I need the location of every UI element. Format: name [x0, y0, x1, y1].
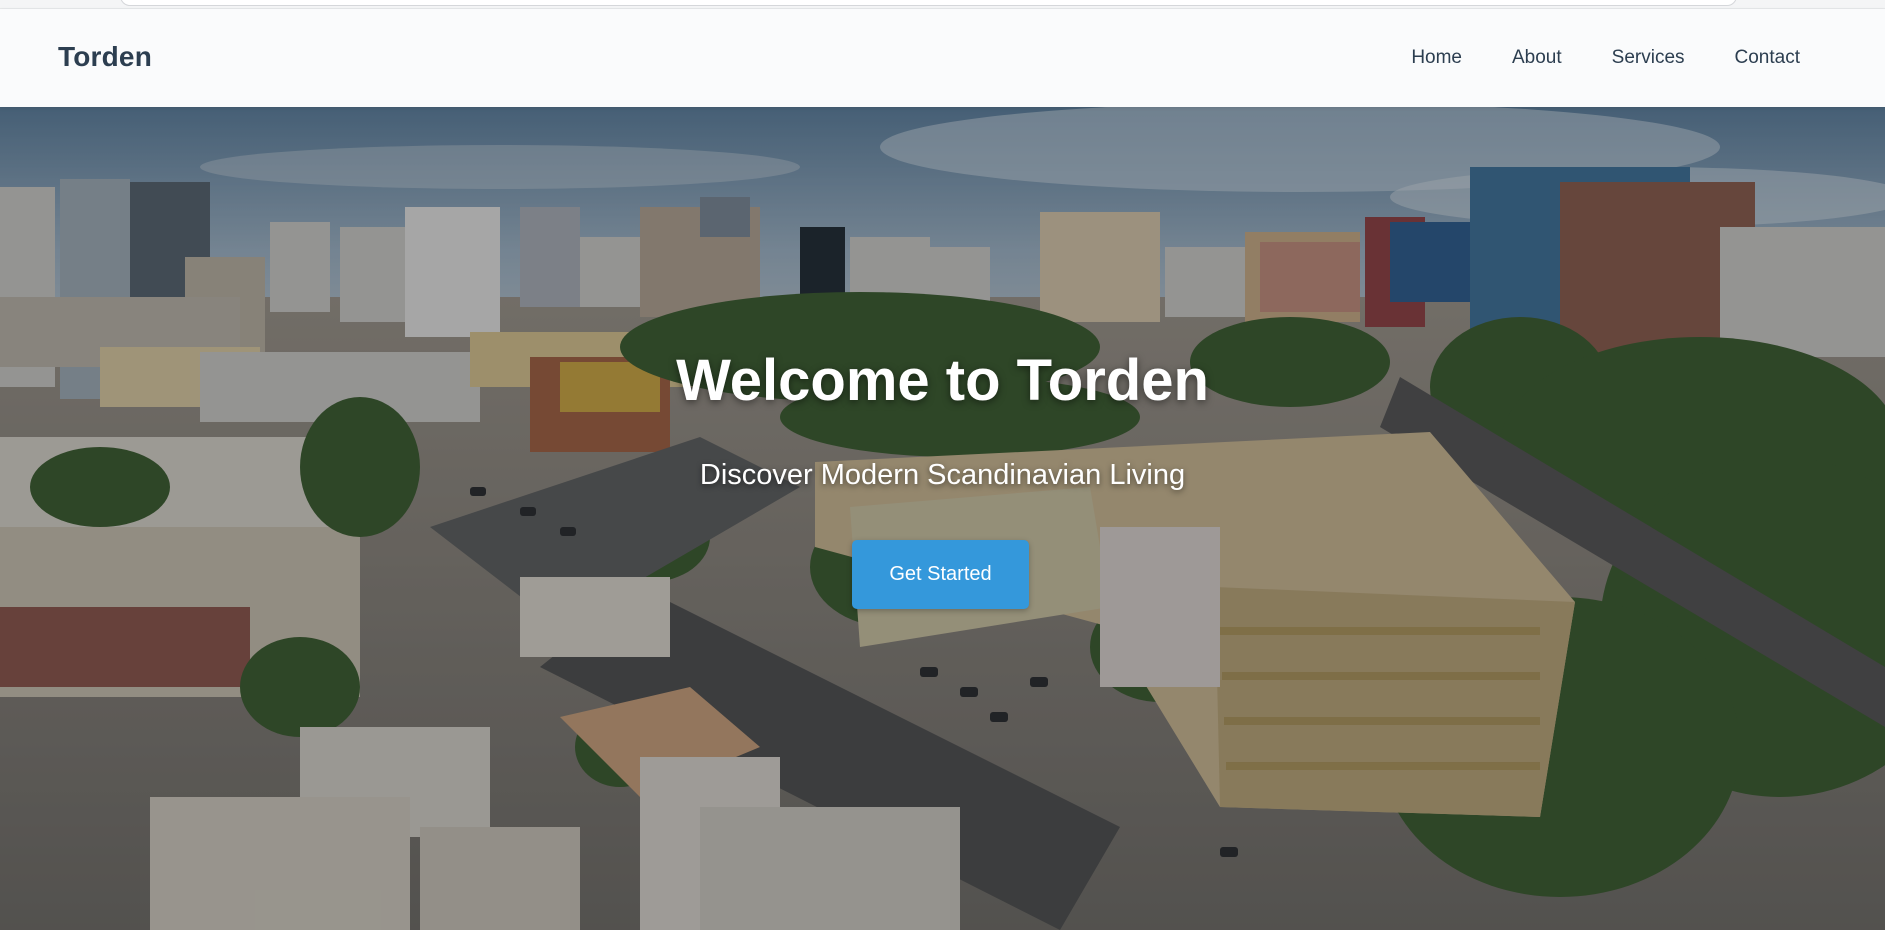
hero-dark-overlay — [0, 107, 1885, 930]
hero-subtitle: Discover Modern Scandinavian Living — [699, 459, 1186, 491]
hero-title: Welcome to Torden — [676, 348, 1209, 413]
nav-link-home[interactable]: Home — [1411, 47, 1462, 69]
nav-link-services[interactable]: Services — [1612, 47, 1685, 69]
nav-link-contact[interactable]: Contact — [1735, 47, 1800, 69]
nav-links: Home About Services Contact — [1411, 47, 1800, 69]
nav-link-about[interactable]: About — [1512, 47, 1562, 69]
hero-section: Welcome to Torden Discover Modern Scandi… — [0, 107, 1885, 930]
address-bar-edge[interactable] — [120, 0, 1737, 6]
navbar: Torden Home About Services Contact — [0, 9, 1885, 107]
get-started-button[interactable]: Get Started — [852, 540, 1029, 609]
brand-logo-text[interactable]: Torden — [58, 41, 152, 73]
browser-top-strip — [0, 0, 1885, 9]
